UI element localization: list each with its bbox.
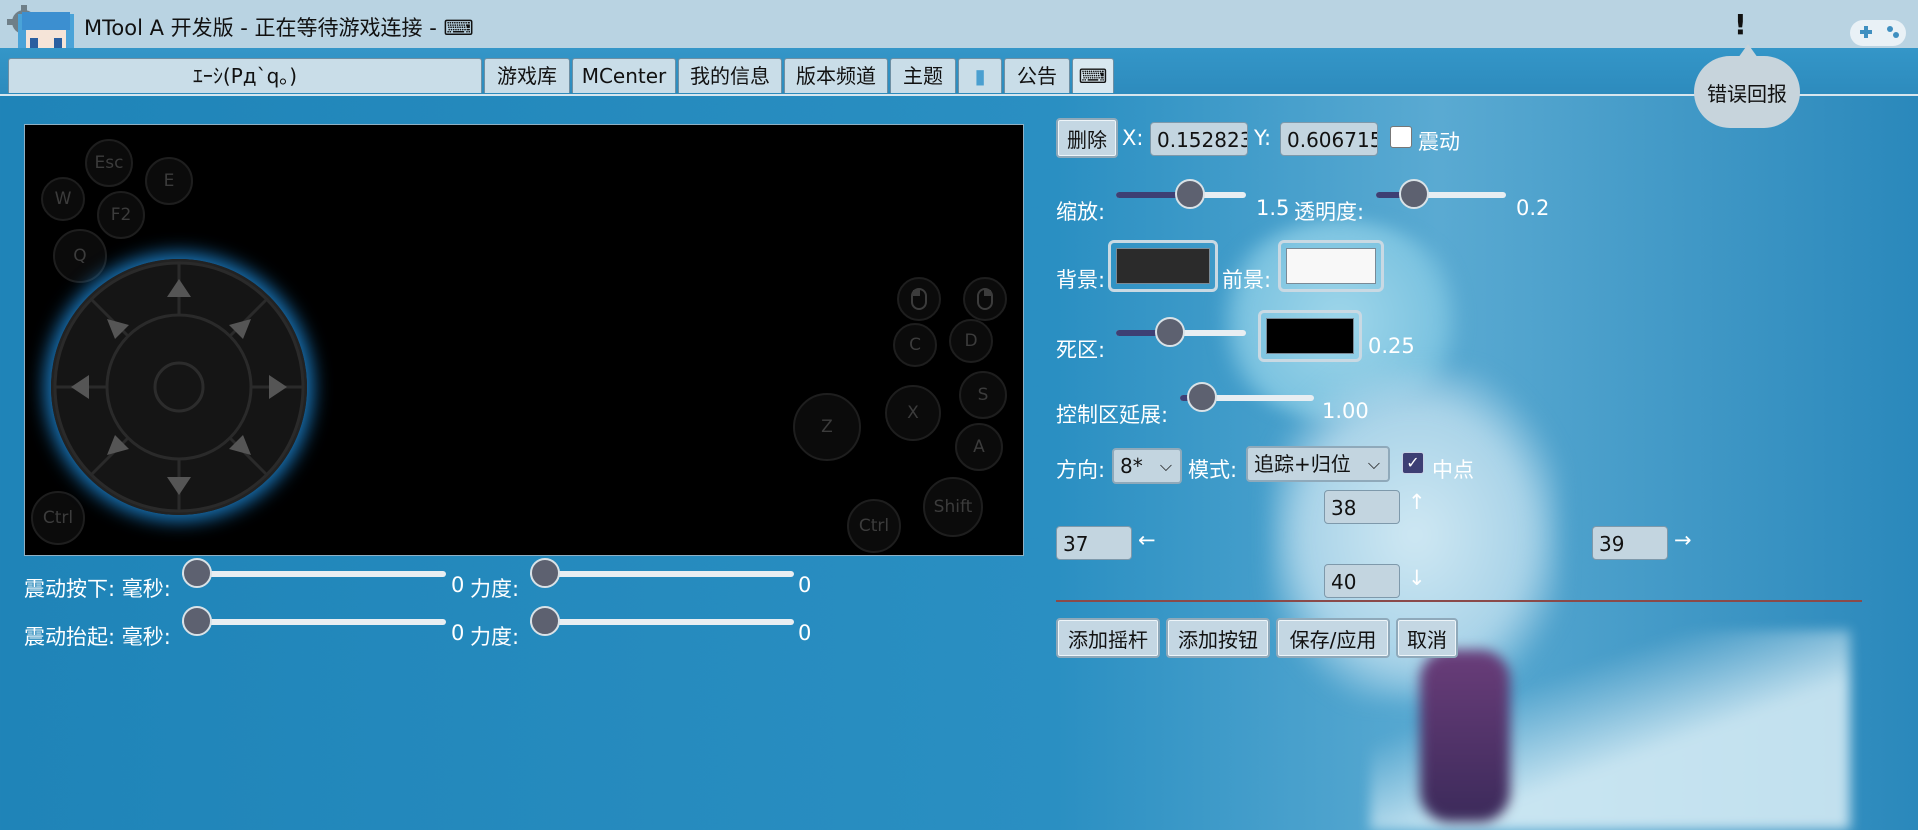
save-apply-button[interactable]: 保存/应用	[1276, 618, 1390, 658]
background-label: 背景:	[1056, 268, 1106, 292]
key-c[interactable]: C	[893, 323, 937, 367]
vibration-release-force-slider[interactable]	[530, 606, 794, 636]
key-left-field[interactable]: 37	[1056, 526, 1132, 560]
key-e[interactable]: E	[145, 157, 193, 205]
vibration-press-label: 震动按下: 毫秒:	[24, 577, 171, 601]
background-color-swatch[interactable]	[1108, 240, 1218, 292]
key-f2[interactable]: F2	[97, 191, 145, 239]
chevron-down-icon: ⌵	[1159, 456, 1172, 475]
tab-game-library[interactable]: 游戏库	[484, 58, 570, 93]
vibration-release-label: 震动抬起: 毫秒:	[24, 625, 171, 649]
mode-select[interactable]: 追踪+归位 ⌵	[1246, 446, 1390, 482]
deadzone-value: 0.25	[1368, 334, 1415, 358]
add-button-button[interactable]: 添加按钮	[1166, 618, 1270, 658]
key-right-field[interactable]: 39	[1592, 526, 1668, 560]
arrow-right-icon: →	[1674, 528, 1692, 552]
key-z[interactable]: Z	[793, 393, 861, 461]
mode-select-value: 追踪+归位	[1254, 452, 1351, 476]
vibration-press-force-value: 0	[798, 573, 812, 597]
key-w[interactable]: W	[41, 177, 85, 221]
arrow-up-icon: ↑	[1408, 490, 1426, 514]
stick-color-swatch[interactable]	[1258, 310, 1362, 362]
extend-label: 控制区延展:	[1056, 403, 1169, 427]
x-label: X:	[1122, 126, 1144, 150]
foreground-label: 前景:	[1222, 268, 1272, 292]
key-d[interactable]: D	[949, 319, 993, 363]
tab-announcement[interactable]: 公告	[1004, 58, 1070, 93]
center-checkbox[interactable]: ✓	[1402, 452, 1424, 474]
title-bar: MTool A 开发版 - 正在等待游戏连接 - ⌨ !	[0, 0, 1918, 49]
extend-value: 1.00	[1322, 399, 1369, 423]
tab-theme[interactable]: 主题	[890, 58, 956, 93]
key-x[interactable]: X	[885, 385, 941, 441]
tab-bar: ｴｰｼ(Pд`q｡) 游戏库 MCenter 我的信息 版本频道 主题 ▮ 公告…	[0, 48, 1918, 96]
key-ctrl-right[interactable]: Ctrl	[847, 499, 901, 553]
arrow-down-icon: ↓	[1408, 566, 1426, 590]
key-a[interactable]: A	[955, 423, 1003, 471]
tab-my-info[interactable]: 我的信息	[678, 58, 782, 93]
vibration-press-ms-value: 0	[451, 573, 465, 597]
vibration-release-force-label: 力度:	[470, 625, 520, 649]
add-stick-button[interactable]: 添加摇杆	[1056, 618, 1160, 658]
gamepad-icon[interactable]	[1846, 14, 1910, 50]
tab-keyboard[interactable]: ⌨	[1072, 58, 1114, 93]
tab-profile[interactable]: ｴｰｼ(Pд`q｡)	[8, 58, 482, 93]
scale-value: 1.5	[1256, 196, 1290, 220]
direction-label: 方向:	[1056, 458, 1106, 482]
window-title: MTool A 开发版 - 正在等待游戏连接 - ⌨	[84, 16, 474, 40]
joystick-dial	[53, 261, 305, 513]
chevron-down-icon: ⌵	[1367, 454, 1380, 473]
virtual-joystick[interactable]	[51, 259, 307, 515]
notification-icon[interactable]: !	[1734, 8, 1747, 41]
y-field[interactable]: 0.606715	[1280, 122, 1378, 156]
cancel-button[interactable]: 取消	[1396, 618, 1458, 658]
mouse-right-icon[interactable]	[963, 277, 1007, 321]
error-report-button[interactable]: 错误回报	[1694, 44, 1800, 128]
tab-mcenter[interactable]: MCenter	[572, 58, 676, 93]
vibrate-label: 震动	[1418, 130, 1460, 154]
opacity-value: 0.2	[1516, 196, 1550, 220]
vibration-press-ms-slider[interactable]	[182, 558, 446, 588]
key-s[interactable]: S	[959, 371, 1007, 419]
arrow-left-icon: ←	[1138, 528, 1156, 552]
y-label: Y:	[1254, 126, 1272, 150]
background-legs	[1420, 650, 1510, 822]
key-down-field[interactable]: 40	[1324, 564, 1400, 598]
vibration-press-force-slider[interactable]	[530, 558, 794, 588]
center-label: 中点	[1432, 458, 1474, 482]
vibration-release-ms-slider[interactable]	[182, 606, 446, 636]
vibration-release-force-value: 0	[798, 621, 812, 645]
controller-preview[interactable]: Esc E W F2 Q Ctrl C D S X Z A Shift Ctrl	[24, 124, 1024, 556]
opacity-label: 透明度:	[1294, 200, 1365, 224]
key-shift[interactable]: Shift	[923, 477, 983, 537]
mode-label: 模式:	[1188, 458, 1238, 482]
vibration-press-force-label: 力度:	[470, 577, 520, 601]
divider	[1056, 600, 1862, 602]
extend-slider[interactable]	[1180, 382, 1314, 412]
scale-slider[interactable]	[1116, 179, 1246, 209]
background-ground	[1370, 630, 1850, 830]
mouse-left-icon[interactable]	[897, 277, 941, 321]
key-up-field[interactable]: 38	[1324, 490, 1400, 524]
vibrate-checkbox[interactable]	[1390, 126, 1412, 148]
vibration-release-ms-value: 0	[451, 621, 465, 645]
deadzone-slider[interactable]	[1116, 317, 1246, 347]
key-esc[interactable]: Esc	[85, 139, 133, 187]
scale-label: 缩放:	[1056, 200, 1106, 224]
opacity-slider[interactable]	[1376, 179, 1506, 209]
deadzone-label: 死区:	[1056, 338, 1106, 362]
delete-button[interactable]: 删除	[1056, 118, 1118, 158]
tab-mobile[interactable]: ▮	[958, 58, 1002, 93]
direction-select[interactable]: 8* ⌵	[1112, 448, 1182, 484]
tab-version-channel[interactable]: 版本频道	[784, 58, 888, 93]
foreground-color-swatch[interactable]	[1278, 240, 1384, 292]
x-field[interactable]: 0.152823	[1150, 122, 1248, 156]
direction-select-value: 8*	[1120, 454, 1143, 478]
